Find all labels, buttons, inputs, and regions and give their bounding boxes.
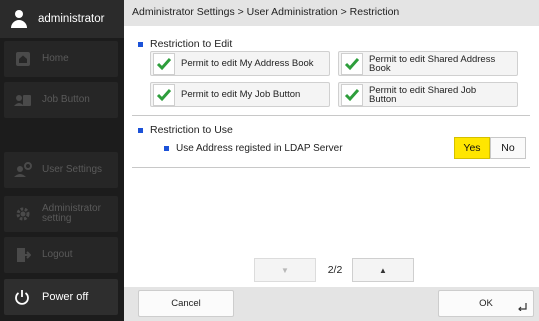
user-settings-icon	[14, 161, 32, 179]
sidebar-item-label: User Settings	[42, 164, 103, 175]
sidebar-item-label-line2: setting	[42, 213, 72, 224]
enter-icon	[518, 303, 527, 311]
gear-icon	[14, 205, 32, 223]
sidebar-item-label: Administrator setting	[42, 204, 101, 224]
sidebar-item-label: Job Button	[42, 94, 90, 105]
sidebar-item-label: Logout	[42, 249, 73, 260]
section-restriction-to-use: Restriction to Use	[138, 124, 233, 136]
triangle-up-icon: ▲	[379, 265, 387, 275]
sidebar-item-label: Home	[42, 53, 69, 64]
sidebar-item-user-settings[interactable]: User Settings	[4, 152, 118, 188]
checkmark-icon	[341, 52, 363, 75]
sidebar-item-logout[interactable]: Logout	[4, 237, 118, 273]
permit-edit-shared-job-button-checkbox[interactable]: Permit to edit Shared Job Button	[338, 82, 518, 107]
checkbox-label: Permit to edit Shared Job Button	[369, 84, 477, 105]
divider	[132, 115, 530, 116]
bullet-icon	[138, 127, 143, 133]
section-title: Restriction to Use	[150, 124, 233, 136]
permit-edit-my-address-book-checkbox[interactable]: Permit to edit My Address Book	[150, 51, 330, 76]
cancel-button[interactable]: Cancel	[138, 290, 234, 317]
user-name: administrator	[38, 13, 105, 25]
ok-label: OK	[479, 298, 493, 309]
yes-button[interactable]: Yes	[454, 137, 490, 159]
main-panel: Administrator Settings > User Administra…	[124, 0, 539, 321]
sidebar-item-home[interactable]: Home	[4, 41, 118, 77]
power-off-button[interactable]: Power off	[4, 279, 118, 315]
setting-label: Use Address registed in LDAP Server	[176, 143, 343, 154]
bullet-icon	[138, 41, 143, 47]
pager: ▼ 2/2 ▲	[124, 258, 539, 282]
page-up-button[interactable]: ▲	[352, 258, 414, 282]
breadcrumb: Administrator Settings > User Administra…	[124, 0, 539, 26]
power-off-label: Power off	[42, 291, 89, 303]
job-button-icon	[14, 91, 32, 109]
bullet-icon	[164, 146, 169, 151]
no-button[interactable]: No	[490, 137, 526, 159]
power-icon	[14, 289, 30, 305]
permit-edit-my-job-button-checkbox[interactable]: Permit to edit My Job Button	[150, 82, 330, 107]
checkbox-label: Permit to edit My Job Button	[181, 89, 301, 100]
ok-button[interactable]: OK	[438, 290, 534, 317]
page-number: 2/2	[327, 264, 343, 276]
sidebar-item-administrator-setting[interactable]: Administrator setting	[4, 196, 118, 232]
bottom-bar: Cancel OK	[124, 287, 539, 321]
user-bar: administrator	[0, 0, 124, 38]
home-icon	[14, 50, 32, 68]
page-down-button[interactable]: ▼	[254, 258, 316, 282]
user-icon	[10, 10, 28, 28]
sidebar-item-job-button[interactable]: Job Button	[4, 82, 118, 118]
section-title: Restriction to Edit	[150, 38, 233, 50]
logout-icon	[14, 246, 32, 264]
checkmark-icon	[153, 52, 175, 75]
permit-edit-shared-address-book-checkbox[interactable]: Permit to edit Shared Address Book	[338, 51, 518, 76]
checkbox-label: Permit to edit My Address Book	[181, 58, 314, 69]
checkmark-icon	[341, 83, 363, 106]
ldap-address-setting: Use Address registed in LDAP Server	[164, 143, 343, 154]
checkmark-icon	[153, 83, 175, 106]
section-restriction-to-edit: Restriction to Edit	[138, 38, 232, 50]
triangle-down-icon: ▼	[281, 265, 289, 275]
divider	[132, 167, 530, 168]
checkbox-label: Permit to edit Shared Address Book	[369, 53, 496, 74]
sidebar: administrator Home Job Button User Setti…	[0, 0, 124, 321]
